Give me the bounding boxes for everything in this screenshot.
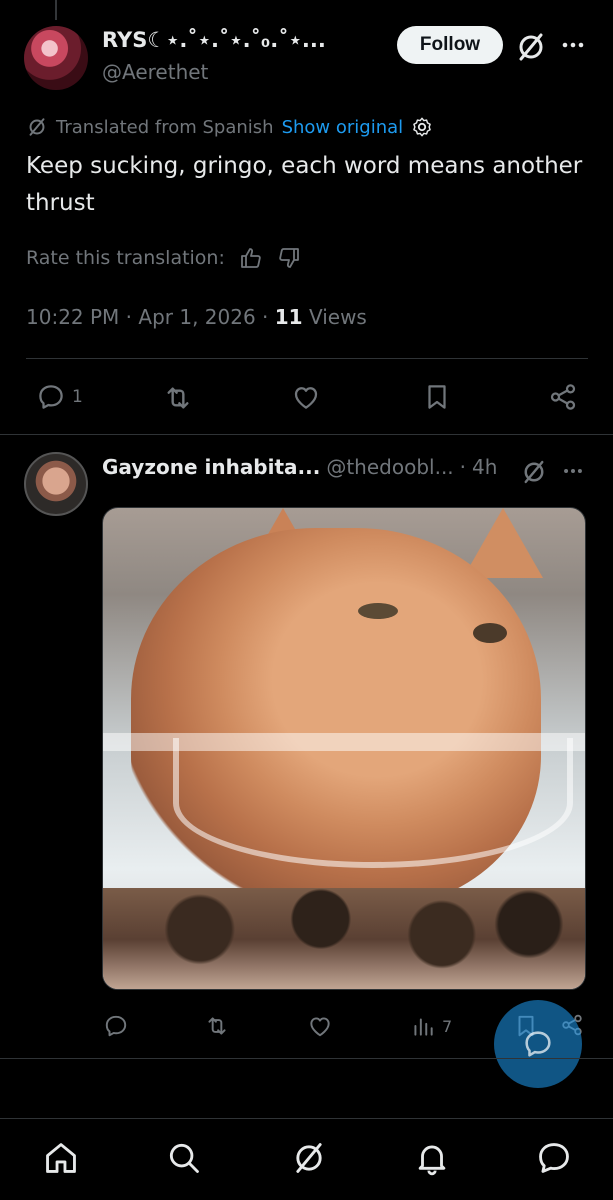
nav-home[interactable] [42,1139,80,1177]
share-button[interactable] [548,382,578,412]
reply-count: 1 [72,387,83,407]
more-icon[interactable] [560,458,586,484]
reply-display-name[interactable]: Gayzone inhabita... [102,455,320,479]
gear-icon[interactable] [411,116,433,138]
retweet-icon [204,1013,230,1039]
like-button[interactable] [307,1013,333,1039]
reply-button[interactable]: 1 [36,382,83,412]
cat-food [103,888,585,989]
thumbs-down-icon[interactable] [277,246,301,270]
divider [0,434,613,435]
share-icon [548,382,578,412]
reply-icon [36,382,66,412]
reply-handle[interactable]: @thedoobl... [326,455,453,479]
retweet-icon [162,382,194,414]
reply-time[interactable]: 4h [472,455,497,479]
divider [26,358,588,359]
cat-eye [473,623,507,643]
thread-line [55,0,57,20]
follow-button[interactable]: Follow [397,26,503,64]
compose-icon [521,1027,555,1061]
translation-row: Translated from Spanish Show original [26,116,433,138]
tweet-text: Keep sucking, gringo, each word means an… [26,153,583,216]
compose-button[interactable] [494,1000,582,1088]
messages-icon [535,1139,573,1177]
nav-grok[interactable] [290,1139,328,1177]
views-button[interactable]: 7 [410,1013,452,1039]
bowl [173,738,573,868]
heart-icon [291,382,321,412]
grok-icon [26,116,48,138]
nav-notifications[interactable] [413,1139,451,1177]
user-handle[interactable]: @Aerethet [102,60,208,84]
bookmark-icon [422,382,452,412]
avatar[interactable] [24,26,88,90]
translated-label: Translated from Spanish [56,116,274,138]
grok-icon[interactable] [520,458,548,486]
grok-icon [290,1139,328,1177]
tweet-time[interactable]: 10:22 PM [26,305,119,329]
bookmark-button[interactable] [422,382,452,412]
divider [0,1058,613,1059]
reply-icon [103,1013,129,1039]
more-icon[interactable] [558,30,588,60]
reply-button[interactable] [103,1013,129,1039]
bottom-nav [0,1119,613,1200]
reply-header: Gayzone inhabita... @thedoobl... · 4h [102,455,498,479]
retweet-button[interactable] [204,1013,230,1039]
views-label: Views [308,305,367,329]
tweet-date[interactable]: Apr 1, 2026 [138,305,255,329]
retweet-button[interactable] [162,382,194,414]
like-button[interactable] [291,382,321,412]
views-count: 7 [442,1016,453,1036]
tweet-meta: 10:22 PM · Apr 1, 2026 · 11 Views [26,305,367,329]
search-icon [165,1139,203,1177]
views-count: 11 [274,305,303,329]
rate-translation-row: Rate this translation: [26,246,301,270]
thumbs-up-icon[interactable] [239,246,263,270]
grok-icon[interactable] [514,30,548,64]
heart-icon [307,1013,333,1039]
media-image[interactable] [102,507,586,990]
avatar[interactable] [24,452,88,516]
display-name[interactable]: RYS☾⋆.˚⋆.˚⋆.˚₀.˚⋆... [102,28,384,52]
rate-label: Rate this translation: [26,247,225,269]
nav-messages[interactable] [535,1139,573,1177]
cat-eye [358,603,398,619]
nav-search[interactable] [165,1139,203,1177]
show-original-link[interactable]: Show original [282,117,404,138]
home-icon [42,1139,80,1177]
views-icon [410,1013,436,1039]
bell-icon [413,1139,451,1177]
